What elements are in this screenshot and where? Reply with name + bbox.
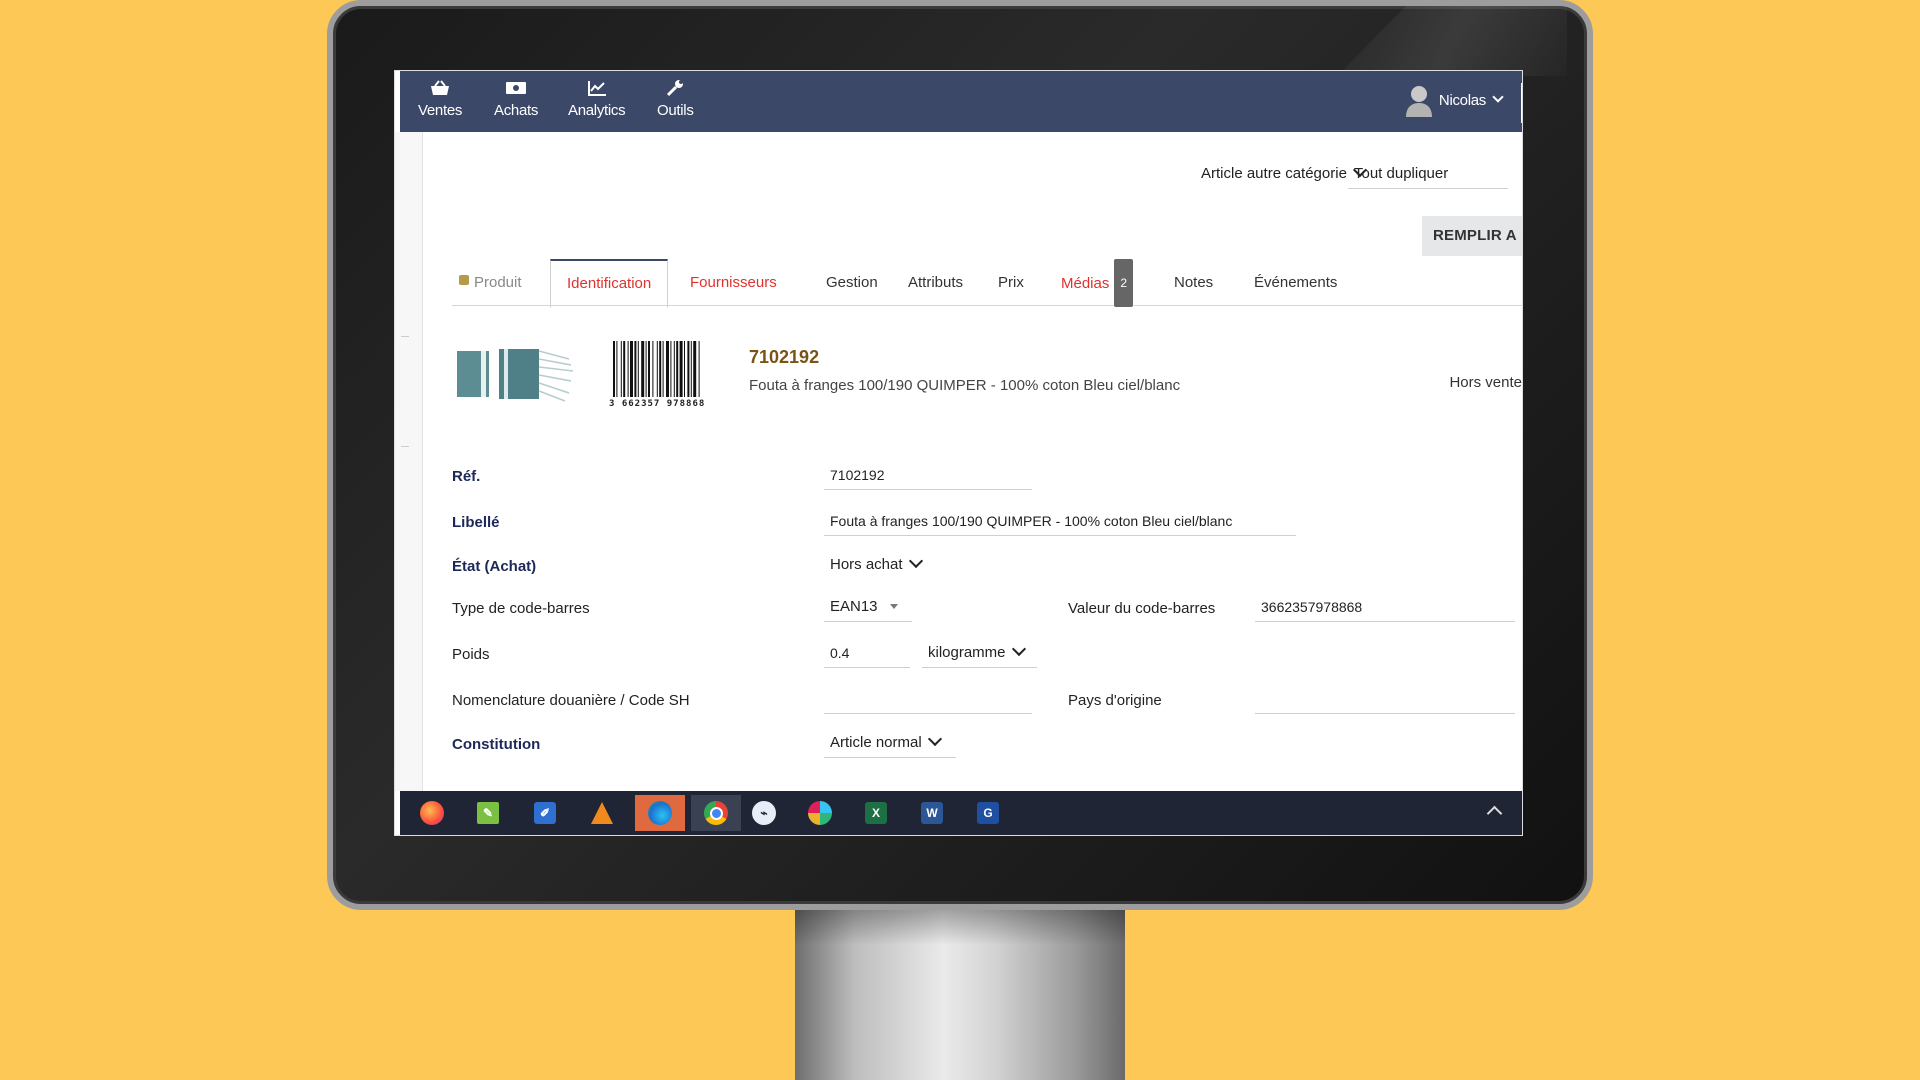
box-icon [459, 275, 469, 285]
chart-icon [568, 79, 625, 99]
barcode-value-label: Valeur du code-barres [1068, 600, 1216, 617]
chevron-down-icon [1011, 641, 1026, 657]
pdf-icon[interactable]: G [970, 795, 1006, 831]
category-select[interactable]: Article autre catégorie [1201, 162, 1367, 188]
pays-label: Pays d'origine [1068, 692, 1162, 709]
user-menu[interactable]: Nicolas [1405, 83, 1504, 117]
product-header: 3 662357 978868 7102192 Fouta à franges … [452, 337, 1522, 427]
caret-down-icon [889, 604, 898, 609]
slack-icon[interactable] [802, 795, 838, 831]
avatar-icon [1405, 83, 1433, 117]
sales-status: Hors vente [1449, 374, 1522, 391]
tab-evenements[interactable]: Événements [1254, 260, 1337, 305]
top-navigation: Ventes Achats Analytics Outils Nicolas [395, 71, 1522, 132]
product-code: 7102192 [749, 347, 820, 367]
taskbar: ✎ ✐ ⌁ X W G [395, 791, 1522, 835]
chevron-down-icon [908, 553, 923, 569]
constitution-label: Constitution [452, 736, 541, 753]
libelle-label: Libellé [452, 514, 500, 531]
barcode-type-select[interactable]: EAN13 [824, 592, 912, 622]
remote-icon[interactable]: ⌁ [746, 795, 782, 831]
duplicate-select[interactable]: Tout dupliquer [1348, 165, 1508, 189]
barcode-type-label: Type de code-barres [452, 600, 590, 617]
barcode-image: 3 662357 978868 [609, 339, 729, 409]
chevron-down-icon [1492, 91, 1504, 103]
tab-bar: Produit Identification Fournisseurs Gest… [452, 259, 1522, 308]
app-screen: Ventes Achats Analytics Outils Nicolas A… [394, 70, 1523, 836]
word-icon[interactable]: W [914, 795, 950, 831]
nomenclature-label: Nomenclature douanière / Code SH [452, 692, 690, 709]
monitor-stand [795, 905, 1125, 1080]
firefox-icon[interactable] [414, 795, 450, 831]
tab-prix[interactable]: Prix [998, 260, 1024, 305]
ref-input[interactable]: 7102192 [824, 460, 1032, 490]
tab-fournisseurs[interactable]: Fournisseurs [690, 260, 777, 305]
left-strip [395, 132, 423, 792]
libelle-input[interactable]: Fouta à franges 100/190 QUIMPER - 100% c… [824, 506, 1296, 536]
basket-icon [418, 79, 462, 99]
wrench-icon [657, 79, 694, 99]
media-count-badge: 2 [1114, 259, 1134, 307]
chevron-up-icon[interactable] [1486, 805, 1503, 822]
poids-label: Poids [452, 646, 490, 663]
editor-icon[interactable]: ✐ [527, 795, 563, 831]
nav-ventes[interactable]: Ventes [418, 79, 462, 119]
vlc-icon[interactable] [584, 795, 620, 831]
tab-gestion[interactable]: Gestion [826, 260, 878, 305]
ref-label: Réf. [452, 468, 481, 485]
chrome-icon[interactable] [691, 795, 741, 831]
main-content: Article autre catégorie Tout dupliquer R… [422, 132, 1522, 792]
barcode-value-input[interactable]: 3662357978868 [1255, 592, 1515, 622]
pays-input[interactable] [1255, 684, 1515, 714]
constitution-select[interactable]: Article normal [824, 728, 956, 758]
tab-medias[interactable]: Médias 2 [1061, 259, 1134, 307]
tab-attributs[interactable]: Attributs [908, 260, 963, 305]
tab-identification[interactable]: Identification [550, 259, 669, 308]
nav-outils[interactable]: Outils [657, 79, 694, 119]
etat-label: État (Achat) [452, 558, 537, 575]
product-description: Fouta à franges 100/190 QUIMPER - 100% c… [749, 377, 1181, 394]
poids-input[interactable]: 0.4 [824, 638, 910, 668]
tab-produit[interactable]: Produit [459, 260, 522, 305]
nav-analytics[interactable]: Analytics [568, 79, 626, 119]
nav-achats[interactable]: Achats [494, 79, 538, 119]
nomenclature-input[interactable] [824, 684, 1032, 714]
poids-unit-select[interactable]: kilogramme [922, 638, 1037, 668]
chevron-down-icon [927, 731, 942, 747]
excel-icon[interactable]: X [858, 795, 894, 831]
tab-notes[interactable]: Notes [1174, 260, 1213, 305]
etat-select[interactable]: Hors achat [824, 550, 952, 580]
edge-icon[interactable] [635, 795, 685, 831]
money-icon [494, 79, 538, 99]
notepad-icon[interactable]: ✎ [470, 795, 506, 831]
product-thumbnail[interactable] [455, 347, 575, 402]
fill-button[interactable]: REMPLIR A [1422, 216, 1522, 256]
